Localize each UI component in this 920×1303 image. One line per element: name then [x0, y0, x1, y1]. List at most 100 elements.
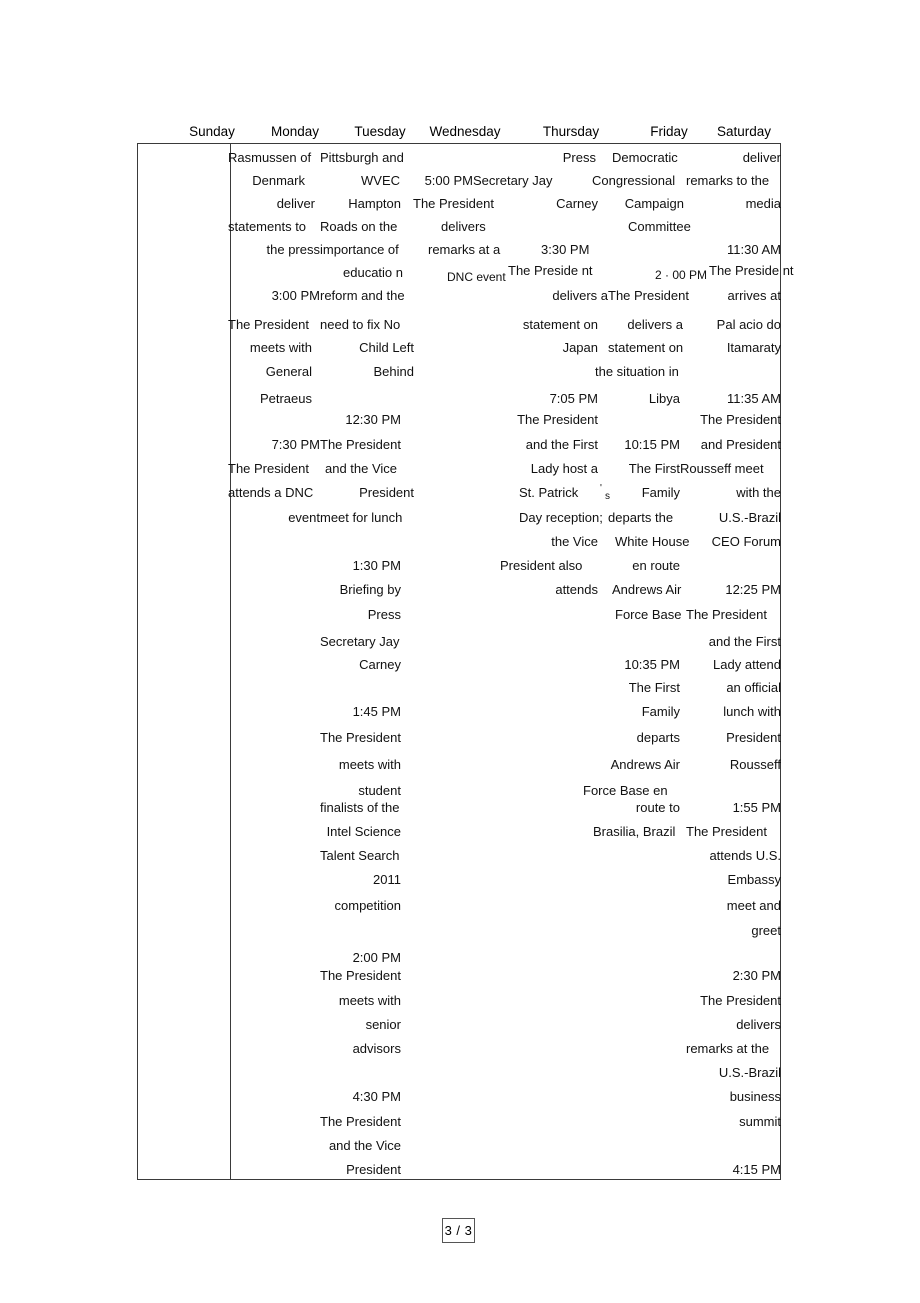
- text-fragment: General: [265, 364, 312, 379]
- text-fragment: Lady host a: [530, 461, 598, 476]
- text-fragment: Behind: [373, 364, 414, 379]
- text-fragment: lunch with: [723, 704, 781, 719]
- text-fragment: Andrews Air: [610, 757, 680, 772]
- column-header-thursday: Thursday: [542, 124, 600, 139]
- text-fragment: 1:55 PM: [732, 800, 781, 815]
- text-fragment: Lady attend: [713, 657, 781, 672]
- column-header-tuesday: Tuesday: [354, 124, 406, 139]
- text-fragment: President: [726, 730, 781, 745]
- text-fragment: deliver: [276, 196, 315, 211]
- text-fragment: Embassy: [727, 872, 781, 887]
- column-header-monday: Monday: [270, 124, 320, 139]
- text-fragment: Congressional: [592, 173, 676, 188]
- text-fragment: The President: [320, 730, 401, 745]
- text-fragment: departs the: [608, 510, 674, 525]
- text-fragment: 4:15 PM: [732, 1162, 781, 1177]
- text-fragment: CEO Forum: [711, 534, 781, 549]
- text-fragment: 7:30 PM: [271, 437, 320, 452]
- text-fragment: remarks to the: [686, 173, 770, 188]
- column-header-saturday: Saturday: [716, 124, 772, 139]
- text-fragment: Press: [367, 607, 401, 622]
- text-fragment: The President: [700, 993, 781, 1008]
- text-fragment: Secretary Jay: [473, 173, 553, 188]
- text-fragment: The President: [517, 412, 598, 427]
- text-fragment: an official: [726, 680, 781, 695]
- text-fragment: statement on: [608, 340, 684, 355]
- text-fragment: Andrews Air: [612, 582, 682, 597]
- text-fragment: 11:30 AM: [727, 242, 781, 257]
- text-fragment: Briefing by: [339, 582, 401, 597]
- text-fragment: Denmark: [252, 173, 305, 188]
- text-fragment: Carney: [359, 657, 401, 672]
- text-fragment: delivers a: [552, 288, 608, 303]
- text-fragment: Libya: [648, 391, 680, 406]
- text-fragment: 1:30 PM: [352, 558, 401, 573]
- text-fragment: need to fix No: [320, 317, 401, 332]
- text-fragment: event: [288, 510, 320, 525]
- text-fragment: The President: [228, 317, 309, 332]
- text-fragment: deliver: [742, 150, 781, 165]
- text-fragment: President also: [500, 558, 583, 573]
- page-number-indicator: 3 / 3: [442, 1218, 475, 1243]
- text-fragment: educatio n: [343, 265, 403, 280]
- text-fragment: Committee: [628, 219, 691, 234]
- text-fragment: Day reception;: [519, 510, 603, 525]
- text-fragment: Rasmussen of: [228, 150, 312, 165]
- text-fragment: business: [729, 1089, 781, 1104]
- text-fragment: The President: [320, 437, 401, 452]
- text-fragment: White House: [615, 534, 690, 549]
- text-fragment: delivers: [736, 1017, 781, 1032]
- text-fragment: 1:45 PM: [352, 704, 401, 719]
- text-fragment: statements to: [228, 219, 307, 234]
- text-fragment: delivers: [441, 219, 486, 234]
- text-fragment: Press: [562, 150, 596, 165]
- text-fragment: finalists of the: [320, 800, 400, 815]
- text-fragment: the press: [266, 242, 320, 257]
- text-fragment: The Preside nt: [709, 263, 794, 278]
- text-fragment: Petraeus: [259, 391, 312, 406]
- text-fragment: Talent Search: [320, 848, 400, 863]
- text-fragment: remarks at a: [428, 242, 501, 257]
- text-fragment: DNC event: [447, 270, 506, 284]
- text-fragment: 12:25 PM: [725, 582, 781, 597]
- text-fragment: attends U.S.: [709, 848, 781, 863]
- text-fragment: Rousseff meet: [680, 461, 764, 476]
- text-fragment: The President: [686, 824, 767, 839]
- document-page: Sunday Monday Tuesday Wednesday Thursday…: [0, 0, 920, 1303]
- text-fragment: WVEC: [361, 173, 400, 188]
- text-fragment: meets with: [249, 340, 312, 355]
- calendar-cell-sunday-empty: [137, 143, 231, 1180]
- text-fragment: Pal acio do: [716, 317, 781, 332]
- text-fragment: ': [600, 483, 602, 494]
- text-fragment: 3:00 PM: [271, 288, 320, 303]
- text-fragment: Itamaraty: [726, 340, 781, 355]
- text-fragment: senior: [365, 1017, 401, 1032]
- text-fragment: 2 · 00 PM: [655, 268, 708, 282]
- text-fragment: s: [605, 491, 610, 502]
- text-fragment: 12:30 PM: [345, 412, 401, 427]
- text-fragment: The President: [320, 1114, 401, 1129]
- calendar-header-row: Sunday Monday Tuesday Wednesday Thursday…: [137, 120, 781, 143]
- text-fragment: attends: [555, 582, 598, 597]
- text-fragment: and President: [700, 437, 781, 452]
- text-fragment: attends a DNC: [228, 485, 314, 500]
- text-fragment: and the First: [525, 437, 598, 452]
- text-fragment: Intel Science: [326, 824, 401, 839]
- text-fragment: U.S.-Brazil: [718, 510, 781, 525]
- text-fragment: 2011: [373, 872, 401, 887]
- text-fragment: Campaign: [624, 196, 684, 211]
- text-fragment: President: [346, 1162, 401, 1177]
- text-fragment: summit: [739, 1114, 781, 1129]
- text-fragment: statement on: [522, 317, 598, 332]
- text-fragment: Hampton: [348, 196, 401, 211]
- text-fragment: delivers a: [627, 317, 683, 332]
- text-fragment: student: [358, 783, 401, 798]
- text-fragment: arrives at: [727, 288, 781, 303]
- text-fragment: 3:30 PM: [541, 242, 590, 257]
- text-fragment: the Vice: [551, 534, 598, 549]
- text-fragment: departs: [636, 730, 680, 745]
- text-fragment: 10:35 PM: [624, 657, 680, 672]
- text-fragment: route to: [635, 800, 680, 815]
- text-fragment: 4:30 PM: [352, 1089, 401, 1104]
- text-fragment: and the Vice: [328, 1138, 401, 1153]
